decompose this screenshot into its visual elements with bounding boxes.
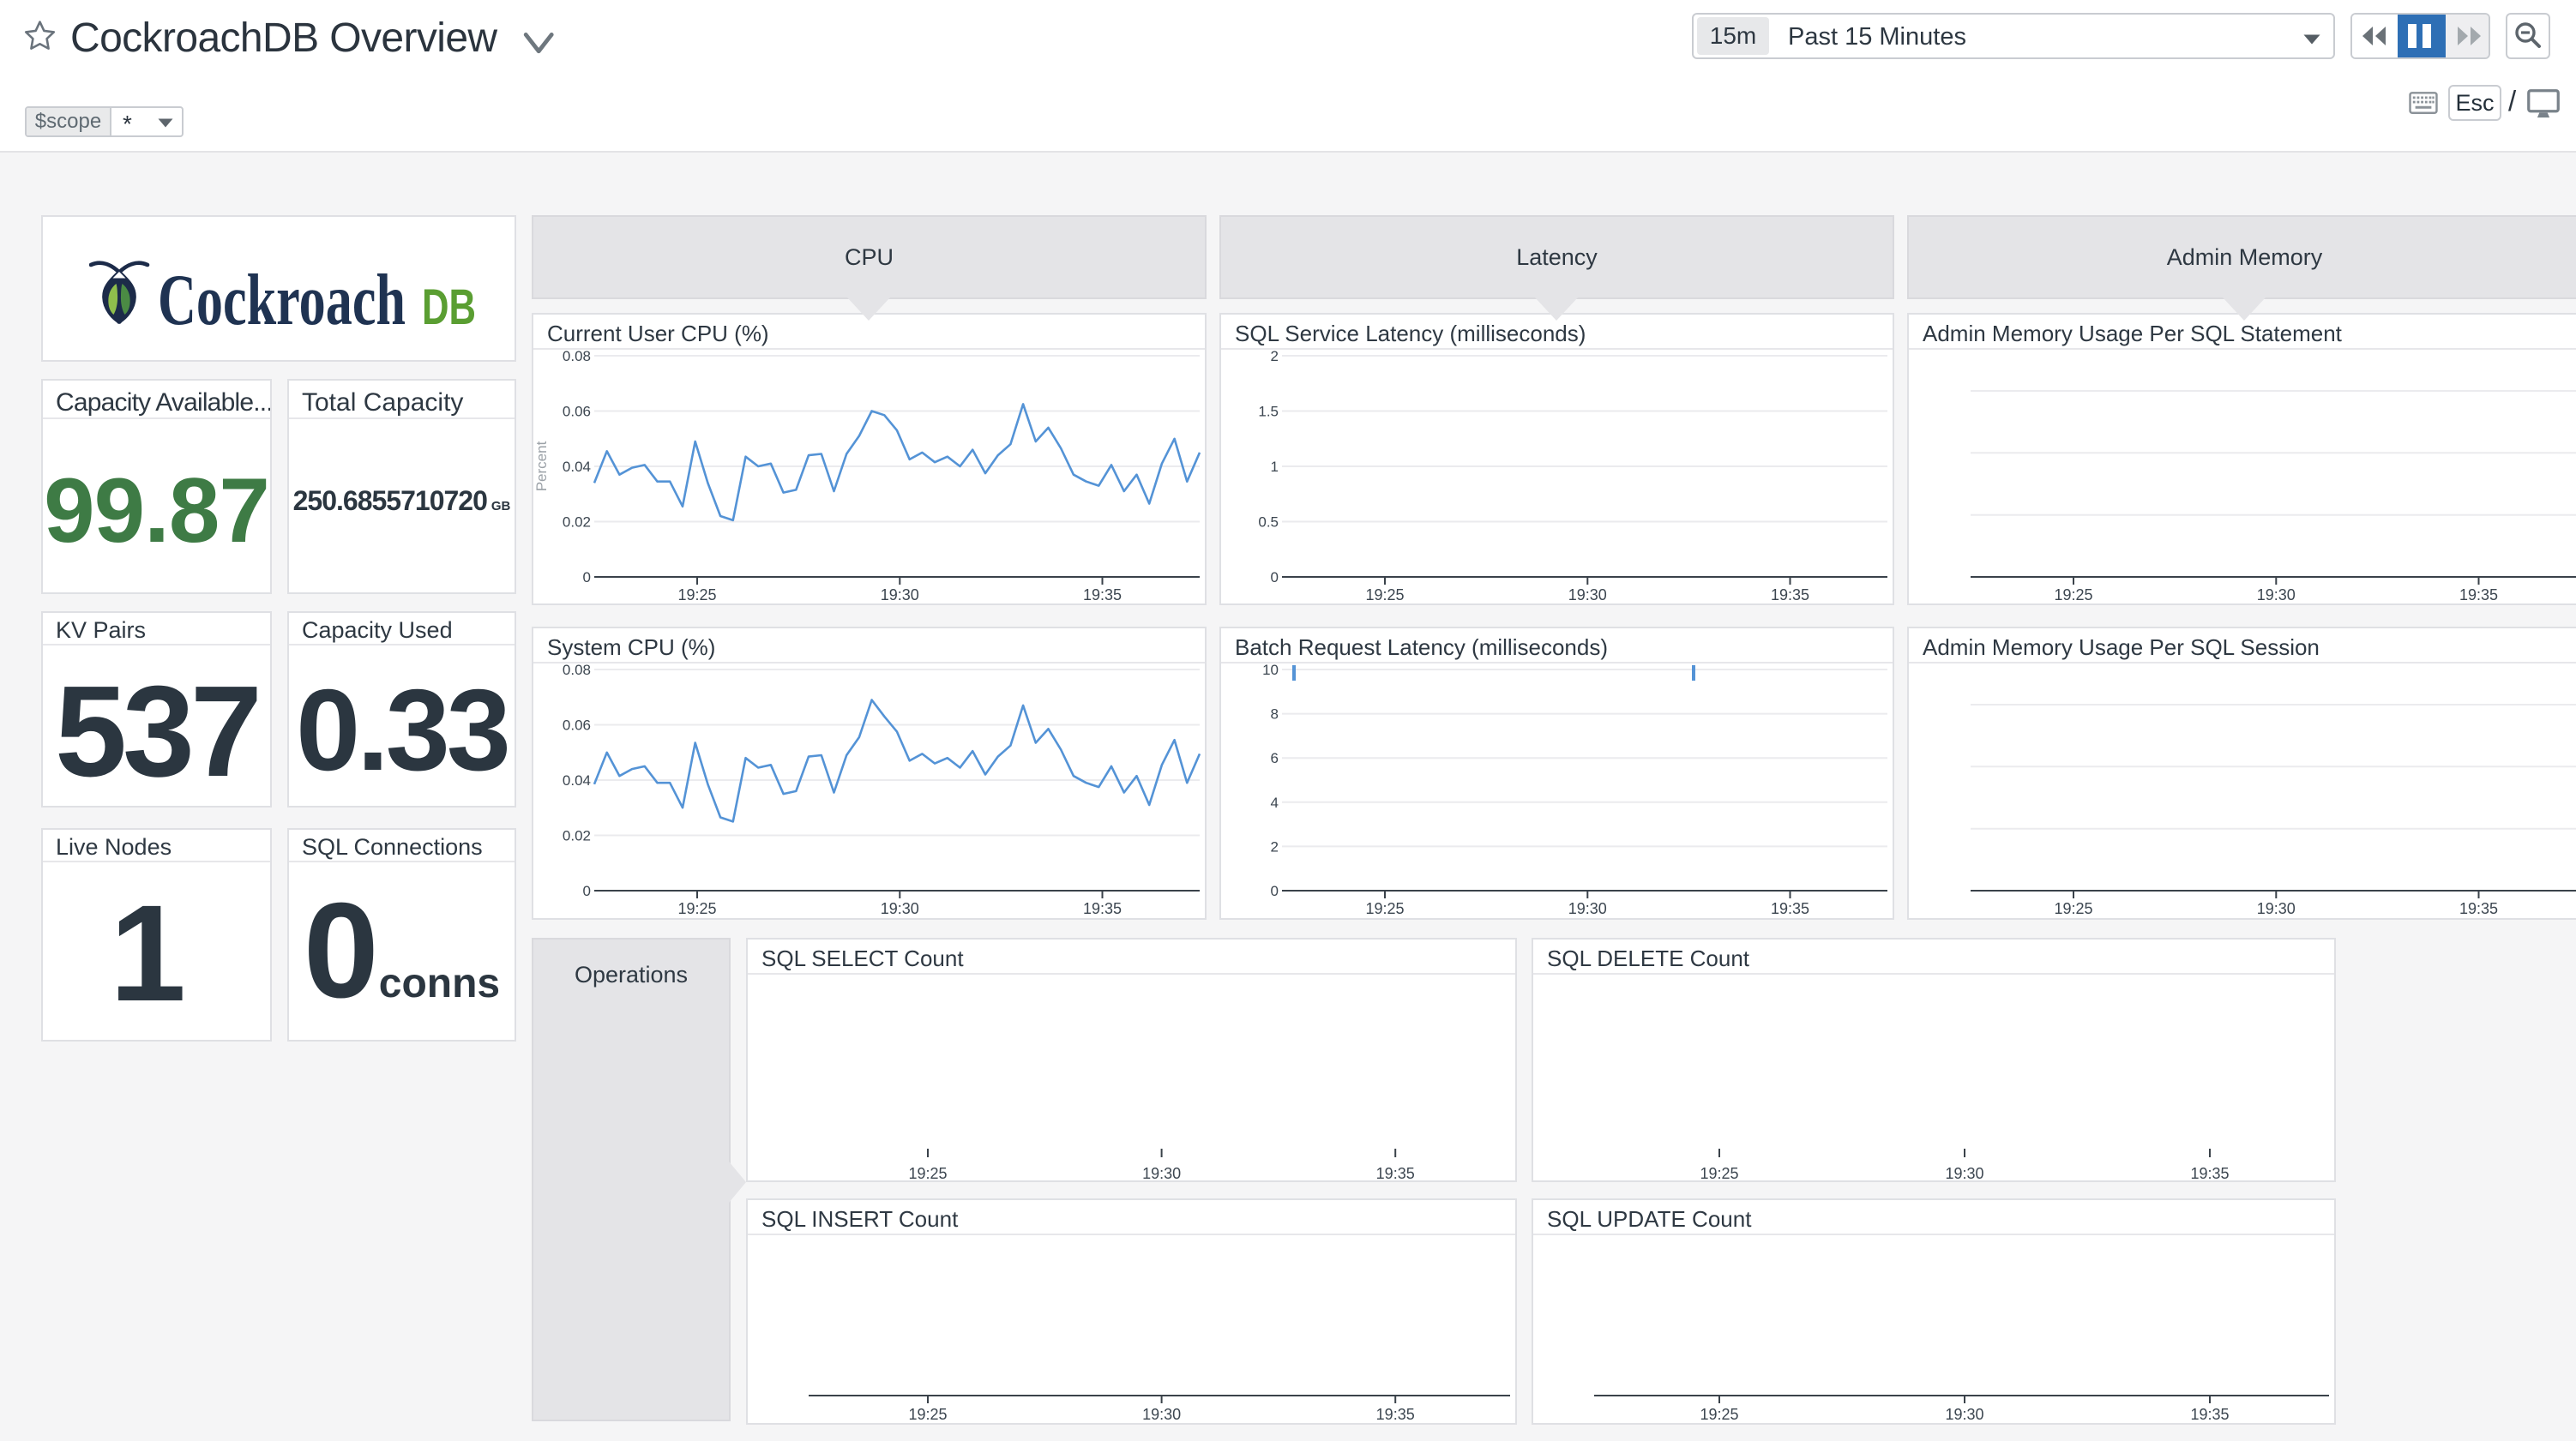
svg-text:0.02: 0.02 (563, 828, 591, 844)
svg-text:19:35: 19:35 (2459, 586, 2498, 603)
svg-text:0.08: 0.08 (563, 348, 591, 364)
svg-text:19:35: 19:35 (1771, 900, 1809, 917)
svg-text:19:25: 19:25 (1700, 1406, 1738, 1423)
svg-text:19:25: 19:25 (908, 1165, 947, 1180)
svg-text:19:30: 19:30 (1568, 900, 1607, 917)
svg-text:19:30: 19:30 (1945, 1165, 1983, 1180)
svg-text:19:30: 19:30 (2257, 586, 2296, 603)
svg-text:0.02: 0.02 (563, 514, 591, 531)
svg-text:19:25: 19:25 (1700, 1165, 1738, 1180)
svg-text:19:30: 19:30 (1945, 1406, 1983, 1423)
svg-text:0.06: 0.06 (563, 717, 591, 734)
svg-text:1.5: 1.5 (1258, 404, 1279, 420)
svg-text:19:35: 19:35 (1376, 1406, 1415, 1423)
svg-text:19:30: 19:30 (881, 900, 919, 917)
svg-text:19:35: 19:35 (1376, 1165, 1415, 1180)
svg-text:6: 6 (1271, 750, 1279, 766)
svg-text:19:30: 19:30 (881, 586, 919, 603)
svg-text:DB: DB (422, 279, 476, 331)
svg-text:19:25: 19:25 (677, 586, 716, 603)
svg-text:19:35: 19:35 (2190, 1406, 2229, 1423)
svg-text:19:25: 19:25 (1365, 586, 1404, 603)
svg-text:2: 2 (1271, 348, 1279, 364)
svg-text:4: 4 (1271, 795, 1279, 811)
svg-text:19:25: 19:25 (908, 1406, 947, 1423)
svg-text:0.5: 0.5 (1258, 514, 1279, 531)
svg-text:19:25: 19:25 (1365, 900, 1404, 917)
svg-text:19:35: 19:35 (2459, 900, 2498, 917)
svg-text:Cockroach: Cockroach (158, 260, 406, 331)
svg-text:19:35: 19:35 (1083, 900, 1122, 917)
svg-text:10: 10 (1262, 662, 1279, 678)
svg-text:19:25: 19:25 (2054, 586, 2092, 603)
svg-text:19:25: 19:25 (677, 900, 716, 917)
svg-text:19:35: 19:35 (1083, 586, 1122, 603)
svg-text:19:30: 19:30 (1568, 586, 1607, 603)
svg-text:19:30: 19:30 (1142, 1165, 1181, 1180)
svg-text:0: 0 (583, 569, 591, 585)
svg-text:0.06: 0.06 (563, 404, 591, 420)
svg-text:8: 8 (1271, 706, 1279, 723)
svg-text:0: 0 (583, 883, 591, 899)
svg-text:0.04: 0.04 (563, 459, 591, 475)
svg-text:19:35: 19:35 (2190, 1165, 2229, 1180)
svg-text:19:25: 19:25 (2054, 900, 2092, 917)
svg-text:0: 0 (1271, 569, 1279, 585)
svg-text:2: 2 (1271, 838, 1279, 855)
svg-text:0.08: 0.08 (563, 662, 591, 678)
svg-text:Percent: Percent (533, 441, 550, 491)
svg-text:19:30: 19:30 (2257, 900, 2296, 917)
svg-text:19:35: 19:35 (1771, 586, 1809, 603)
svg-text:1: 1 (1271, 459, 1279, 475)
svg-text:0: 0 (1271, 883, 1279, 899)
svg-text:19:30: 19:30 (1142, 1406, 1181, 1423)
svg-text:0.04: 0.04 (563, 772, 591, 789)
